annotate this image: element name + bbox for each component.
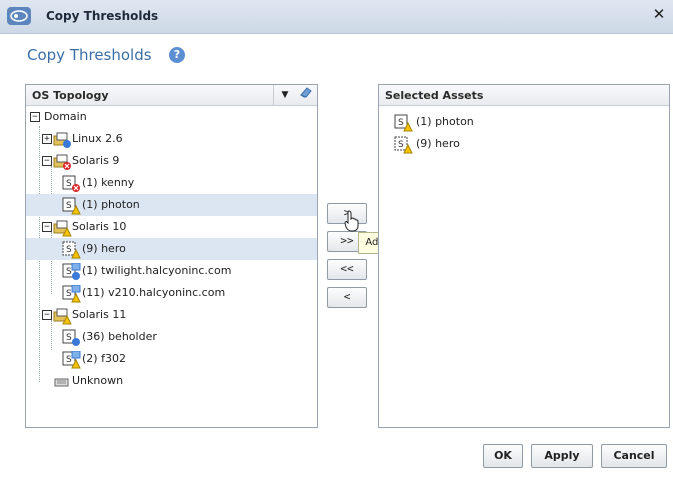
folder-warning-icon: [53, 308, 72, 325]
tree-node-v210[interactable]: S (11) v210.halcyoninc.com: [26, 282, 317, 304]
tree-node-solaris11[interactable]: − Solaris 11: [26, 304, 317, 326]
server-warning-icon: S: [62, 241, 81, 259]
tree-node-f302[interactable]: S (2) f302: [26, 348, 317, 370]
topology-panel: OS Topology ▼ − Domain + Linux 2.6 − Sol…: [25, 84, 318, 428]
server-info-icon: S: [62, 263, 81, 280]
svg-text:S: S: [398, 118, 404, 128]
server-warning-icon: S: [62, 351, 81, 369]
tree-node-hero[interactable]: S (9) hero: [26, 238, 317, 260]
server-info-icon: S: [62, 329, 80, 346]
page-title: Copy Thresholds: [27, 46, 152, 64]
tree-node-unknown[interactable]: Unknown: [26, 370, 317, 392]
eraser-icon[interactable]: [296, 85, 316, 105]
collapse-icon[interactable]: −: [30, 112, 40, 122]
server-warning-icon: S: [394, 114, 413, 132]
tree-node-domain[interactable]: − Domain: [26, 106, 317, 128]
svg-text:S: S: [66, 267, 72, 277]
collapse-icon[interactable]: −: [42, 156, 52, 166]
selected-assets-title: Selected Assets: [385, 89, 484, 102]
server-warning-icon: S: [394, 136, 413, 154]
svg-text:S: S: [66, 333, 72, 343]
folder-info-icon: [53, 132, 71, 148]
svg-text:S: S: [398, 140, 404, 150]
selected-assets-panel: Selected Assets S (1) photon S (9) hero: [378, 84, 670, 428]
app-logo-icon: [7, 7, 31, 25]
server-error-icon: S: [62, 175, 80, 192]
tree-node-kenny[interactable]: S (1) kenny: [26, 172, 317, 194]
expand-icon[interactable]: +: [42, 134, 52, 144]
remove-all-button[interactable]: <<: [327, 259, 367, 280]
apply-button[interactable]: Apply: [531, 444, 593, 468]
unknown-device-icon: [54, 378, 69, 387]
hand-cursor-icon: [344, 210, 359, 232]
server-warning-icon: S: [62, 197, 81, 215]
selected-asset-photon[interactable]: S (1) photon: [379, 111, 669, 133]
svg-text:S: S: [66, 201, 72, 211]
svg-text:S: S: [66, 355, 72, 365]
tree-node-solaris10[interactable]: − Solaris 10: [26, 216, 317, 238]
tree-node-photon[interactable]: S (1) photon: [26, 194, 317, 216]
tree-node-twilight[interactable]: S (1) twilight.halcyoninc.com: [26, 260, 317, 282]
topology-dropdown[interactable]: OS Topology ▼: [26, 85, 317, 106]
chevron-down-icon[interactable]: ▼: [273, 85, 296, 105]
collapse-icon[interactable]: −: [42, 222, 52, 232]
close-icon[interactable]: ✕: [651, 6, 667, 22]
help-icon[interactable]: ?: [169, 47, 185, 63]
folder-warning-icon: [53, 220, 72, 237]
topology-dropdown-label: OS Topology: [32, 89, 109, 102]
window-title: Copy Thresholds: [46, 9, 159, 23]
title-bar: Copy Thresholds ✕: [0, 0, 673, 34]
selected-asset-hero[interactable]: S (9) hero: [379, 133, 669, 155]
cancel-button[interactable]: Cancel: [601, 444, 667, 468]
selected-assets-header: Selected Assets: [379, 85, 669, 106]
ok-button[interactable]: OK: [483, 444, 523, 468]
tree-node-linux[interactable]: + Linux 2.6: [26, 128, 317, 150]
svg-text:S: S: [66, 245, 72, 255]
server-warning-icon: S: [62, 285, 81, 303]
collapse-icon[interactable]: −: [42, 310, 52, 320]
svg-text:S: S: [66, 179, 72, 189]
remove-button[interactable]: <: [327, 287, 367, 308]
svg-text:S: S: [66, 289, 72, 299]
folder-error-icon: [53, 154, 71, 170]
tree-node-solaris9[interactable]: − Solaris 9: [26, 150, 317, 172]
tree-node-beholder[interactable]: S (36) beholder: [26, 326, 317, 348]
